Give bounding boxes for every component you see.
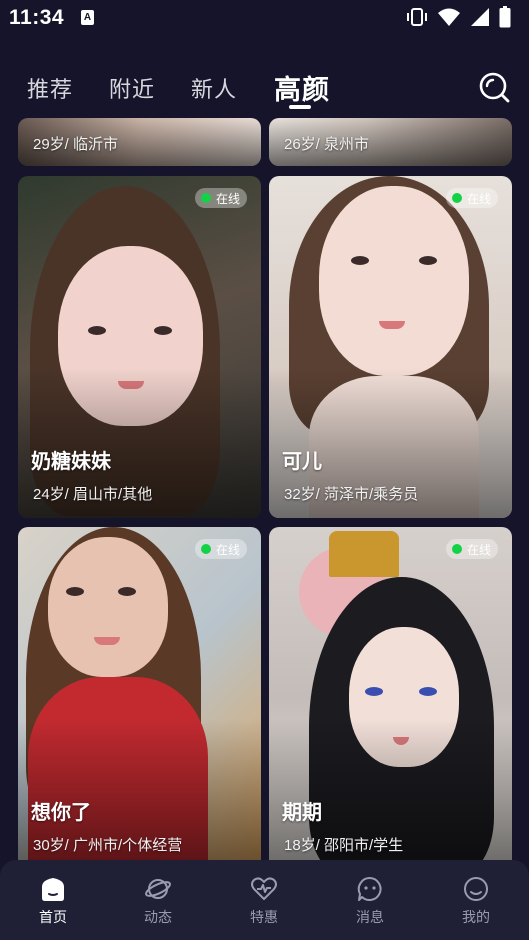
profile-card[interactable]: 在线 奶糖妹妹 24岁/ 眉山市/其他 <box>18 176 261 518</box>
profile-card[interactable]: 在线 期期 18岁/ 邵阳市/学生 <box>269 527 512 860</box>
online-label: 在线 <box>215 542 240 557</box>
nav-label: 特惠 <box>250 909 278 925</box>
nav-item-profile[interactable]: 我的 <box>436 875 516 927</box>
online-label: 在线 <box>466 191 491 206</box>
card-name: 想你了 <box>31 802 91 824</box>
nav-label: 我的 <box>462 909 490 925</box>
card-info: 24岁/ 眉山市/其他 <box>33 486 153 503</box>
nav-label: 消息 <box>356 909 384 925</box>
profile-card-partial[interactable]: 26岁/ 泉州市 <box>269 118 512 166</box>
tab-nearby[interactable]: 附近 <box>109 72 155 104</box>
profile-card-partial[interactable]: 29岁/ 临沂市 <box>18 118 261 166</box>
vibrate-icon <box>407 8 427 26</box>
tab-top-looks[interactable]: 高颜 <box>274 68 330 107</box>
card-info: 26岁/ 泉州市 <box>284 136 370 153</box>
status-bar: 11:34 A <box>0 0 529 36</box>
profile-card[interactable]: 在线 想你了 30岁/ 广州市/个体经营 <box>18 527 261 860</box>
bottom-nav: 首页 动态 特惠 消息 我的 <box>0 860 529 940</box>
planet-icon <box>145 879 171 899</box>
wifi-icon <box>438 8 460 26</box>
status-a-icon: A <box>81 10 94 25</box>
chat-bubble-icon <box>357 876 382 901</box>
online-label: 在线 <box>215 191 240 206</box>
profile-card[interactable]: 在线 可儿 32岁/ 菏泽市/乘务员 <box>269 176 512 518</box>
nav-item-home[interactable]: 首页 <box>13 875 93 927</box>
nav-item-moments[interactable]: 动态 <box>118 875 198 927</box>
online-dot <box>451 544 462 554</box>
tab-new[interactable]: 新人 <box>191 72 237 104</box>
online-badge: 在线 <box>194 539 247 559</box>
signal-icon <box>471 8 489 26</box>
status-icons <box>406 6 511 28</box>
card-name: 期期 <box>282 802 322 824</box>
search-icon[interactable] <box>478 71 510 103</box>
online-dot <box>200 193 211 203</box>
nav-label: 首页 <box>39 909 67 925</box>
card-info: 29岁/ 临沂市 <box>33 136 119 153</box>
heart-pulse-icon <box>251 877 277 900</box>
status-time: 11:34 <box>9 6 65 29</box>
card-name: 奶糖妹妹 <box>31 451 111 473</box>
card-name: 可儿 <box>282 451 322 473</box>
active-tab-indicator <box>289 105 311 109</box>
battery-icon <box>499 6 511 28</box>
card-info: 32岁/ 菏泽市/乘务员 <box>284 486 419 503</box>
nav-item-messages[interactable]: 消息 <box>330 875 410 927</box>
online-dot <box>200 544 211 554</box>
home-icon <box>42 878 64 901</box>
online-badge: 在线 <box>445 539 498 559</box>
profile-smile-icon <box>464 877 488 901</box>
online-badge: 在线 <box>194 188 247 208</box>
profile-grid: 29岁/ 临沂市 26岁/ 泉州市 在线 奶糖妹妹 24岁/ 眉山市/其他 在线… <box>0 118 529 860</box>
online-dot <box>451 193 462 203</box>
online-label: 在线 <box>466 542 491 557</box>
nav-item-deals[interactable]: 特惠 <box>224 875 304 927</box>
nav-label: 动态 <box>144 909 172 925</box>
category-tabs: 推荐 附近 新人 高颜 <box>0 60 529 116</box>
online-badge: 在线 <box>445 188 498 208</box>
card-info: 30岁/ 广州市/个体经营 <box>33 837 183 854</box>
tab-recommend[interactable]: 推荐 <box>27 72 73 104</box>
card-info: 18岁/ 邵阳市/学生 <box>284 837 404 854</box>
